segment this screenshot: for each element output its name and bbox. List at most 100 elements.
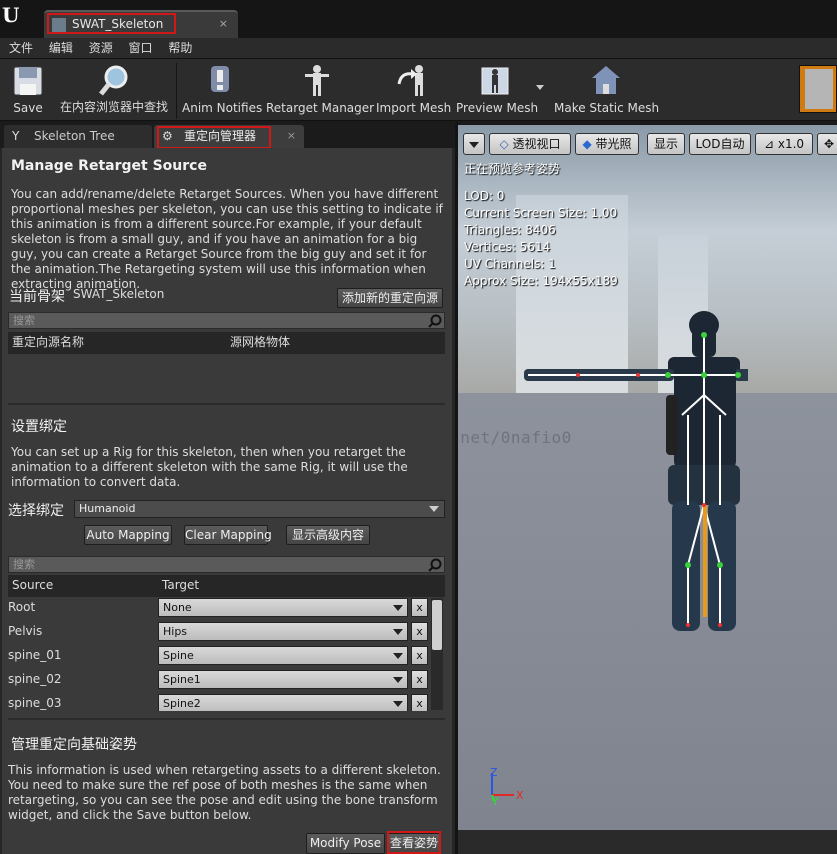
target-value: None (163, 601, 192, 614)
rig-select-value: Humanoid (79, 502, 136, 515)
viewport[interactable]: ◇ 透视视口 ◆ 带光照 显示 LOD自动 ⊿ x1.0 ✥ 正在预览参考姿势 … (458, 125, 837, 830)
retarget-source-search-input[interactable]: 搜索 (8, 312, 445, 329)
preview-status-text: 正在预览参考姿势 (464, 162, 561, 176)
target-select[interactable]: Hips (158, 622, 408, 641)
preview-mesh-label: Preview Mesh (456, 101, 539, 115)
viewport-options-button[interactable] (463, 133, 485, 155)
rig-select[interactable]: Humanoid (74, 500, 445, 518)
target-value: Spine2 (163, 697, 201, 710)
chevron-down-icon (393, 605, 403, 611)
row-source: Pelvis (8, 624, 43, 638)
chevron-down-icon (393, 653, 403, 659)
current-skeleton-label: 当前骨架 (9, 289, 65, 305)
skeleton-mode-button[interactable] (799, 65, 837, 113)
stat-vertices: Vertices: 5614 (464, 240, 551, 254)
perspective-button[interactable]: ◇ 透视视口 (489, 133, 571, 155)
clear-target-button[interactable]: x (411, 694, 428, 711)
playback-speed-button[interactable]: ⊿ x1.0 (755, 133, 813, 155)
menu-file[interactable]: 文件 (9, 38, 33, 58)
target-select[interactable]: Spine2 (158, 694, 408, 711)
find-in-content-browser-button[interactable]: 在内容浏览器中查找 (58, 61, 170, 119)
stat-screen-size: Current Screen Size: 1.00 (464, 206, 618, 220)
anim-notifies-label: Anim Notifies (182, 101, 263, 115)
make-static-mesh-label: Make Static Mesh (554, 101, 660, 115)
target-select[interactable]: Spine (158, 646, 408, 665)
stat-uv-channels: UV Channels: 1 (464, 257, 556, 271)
show-advanced-button[interactable]: 显示高级内容 (286, 525, 370, 545)
rig-table-header: Source Target (8, 575, 445, 597)
skeleton-mode-icon (805, 69, 833, 109)
lit-icon: ◆ (582, 137, 596, 151)
preview-mesh-icon (479, 64, 513, 98)
retarget-manager-button[interactable]: Retarget Manager (266, 61, 374, 119)
highlight-box (157, 126, 271, 149)
current-skeleton-value: SWAT_Skeleton (73, 287, 165, 301)
clear-target-button[interactable]: x (411, 598, 428, 617)
panel-tab-bar: Y Skeleton Tree ⚙ 重定向管理器 × (0, 122, 455, 149)
retarget-manager-panel: Manage Retarget Source You can add/renam… (2, 148, 452, 854)
col-source-name: 重定向源名称 (12, 335, 85, 349)
axis-y-label: Y (492, 795, 499, 808)
target-select[interactable]: None (158, 598, 408, 617)
import-mesh-icon (395, 64, 429, 98)
menu-asset[interactable]: 资源 (89, 38, 113, 58)
show-button[interactable]: 显示 (647, 133, 685, 155)
menu-edit[interactable]: 编辑 (49, 38, 73, 58)
clear-target-button[interactable]: x (411, 646, 428, 665)
chevron-down-icon (393, 701, 403, 707)
menu-help[interactable]: 帮助 (168, 38, 192, 58)
save-button[interactable]: Save (6, 61, 50, 119)
perspective-icon: ◇ (499, 137, 513, 151)
stat-lod: LOD: 0 (464, 189, 505, 203)
floppy-disk-icon (11, 64, 45, 98)
target-value: Spine (163, 649, 194, 662)
scrollbar-thumb[interactable] (432, 600, 442, 650)
preview-mesh-dropdown-icon[interactable] (536, 85, 544, 90)
section-divider (8, 403, 445, 405)
close-icon[interactable]: × (287, 125, 296, 147)
modify-pose-button[interactable]: Modify Pose (306, 833, 385, 854)
col-target: Target (162, 578, 200, 592)
skeleton-tree-icon: Y (12, 129, 20, 143)
lit-label: 带光照 (595, 137, 632, 151)
rig-description: You can set up a Rig for this skeleton, … (11, 445, 408, 489)
chevron-down-icon (393, 677, 403, 683)
tab-skeleton-tree-label: Skeleton Tree (34, 129, 115, 143)
base-pose-title: 管理重定向基础姿势 (11, 737, 137, 753)
row-source: spine_02 (8, 672, 62, 686)
retarget-source-table-header: 重定向源名称 源网格物体 (8, 332, 445, 354)
move-icon: ✥ (823, 137, 835, 151)
auto-mapping-button[interactable]: Auto Mapping (84, 525, 172, 545)
mesh-stats: LOD: 0 Current Screen Size: 1.00 Triangl… (464, 188, 618, 290)
anim-notifies-icon (203, 64, 237, 98)
lod-button[interactable]: LOD自动 (689, 133, 751, 155)
target-value: Hips (163, 625, 188, 638)
chevron-down-icon (429, 506, 439, 512)
make-static-mesh-button[interactable]: Make Static Mesh (554, 61, 660, 119)
anim-notifies-button[interactable]: Anim Notifies (182, 61, 263, 119)
add-retarget-source-button[interactable]: 添加新的重定向源 (337, 288, 443, 308)
lit-mode-button[interactable]: ◆ 带光照 (575, 133, 639, 155)
highlight-box (47, 13, 176, 34)
mapping-scrollbar[interactable] (431, 598, 443, 710)
search-icon (428, 314, 442, 328)
transform-gizmo-button[interactable]: ✥ (817, 133, 837, 155)
import-mesh-button[interactable]: Import Mesh (376, 61, 451, 119)
close-icon[interactable]: × (219, 17, 228, 30)
col-source-mesh: 源网格物体 (230, 335, 291, 349)
retarget-source-list (8, 354, 445, 402)
col-source: Source (12, 578, 54, 592)
search-icon (428, 558, 442, 572)
axis-x-label: X (516, 789, 524, 802)
target-select[interactable]: Spine1 (158, 670, 408, 689)
swat-character-mesh (524, 311, 748, 631)
menu-window[interactable]: 窗口 (129, 38, 153, 58)
chevron-down-icon (393, 629, 403, 635)
perspective-label: 透视视口 (512, 137, 561, 151)
clear-target-button[interactable]: x (411, 622, 428, 641)
preview-mesh-button[interactable]: Preview Mesh (456, 61, 539, 119)
tab-skeleton-tree[interactable]: Y Skeleton Tree (4, 125, 152, 148)
clear-mapping-button[interactable]: Clear Mapping (184, 525, 272, 545)
rig-search-input[interactable]: 搜索 (8, 556, 445, 573)
clear-target-button[interactable]: x (411, 670, 428, 689)
